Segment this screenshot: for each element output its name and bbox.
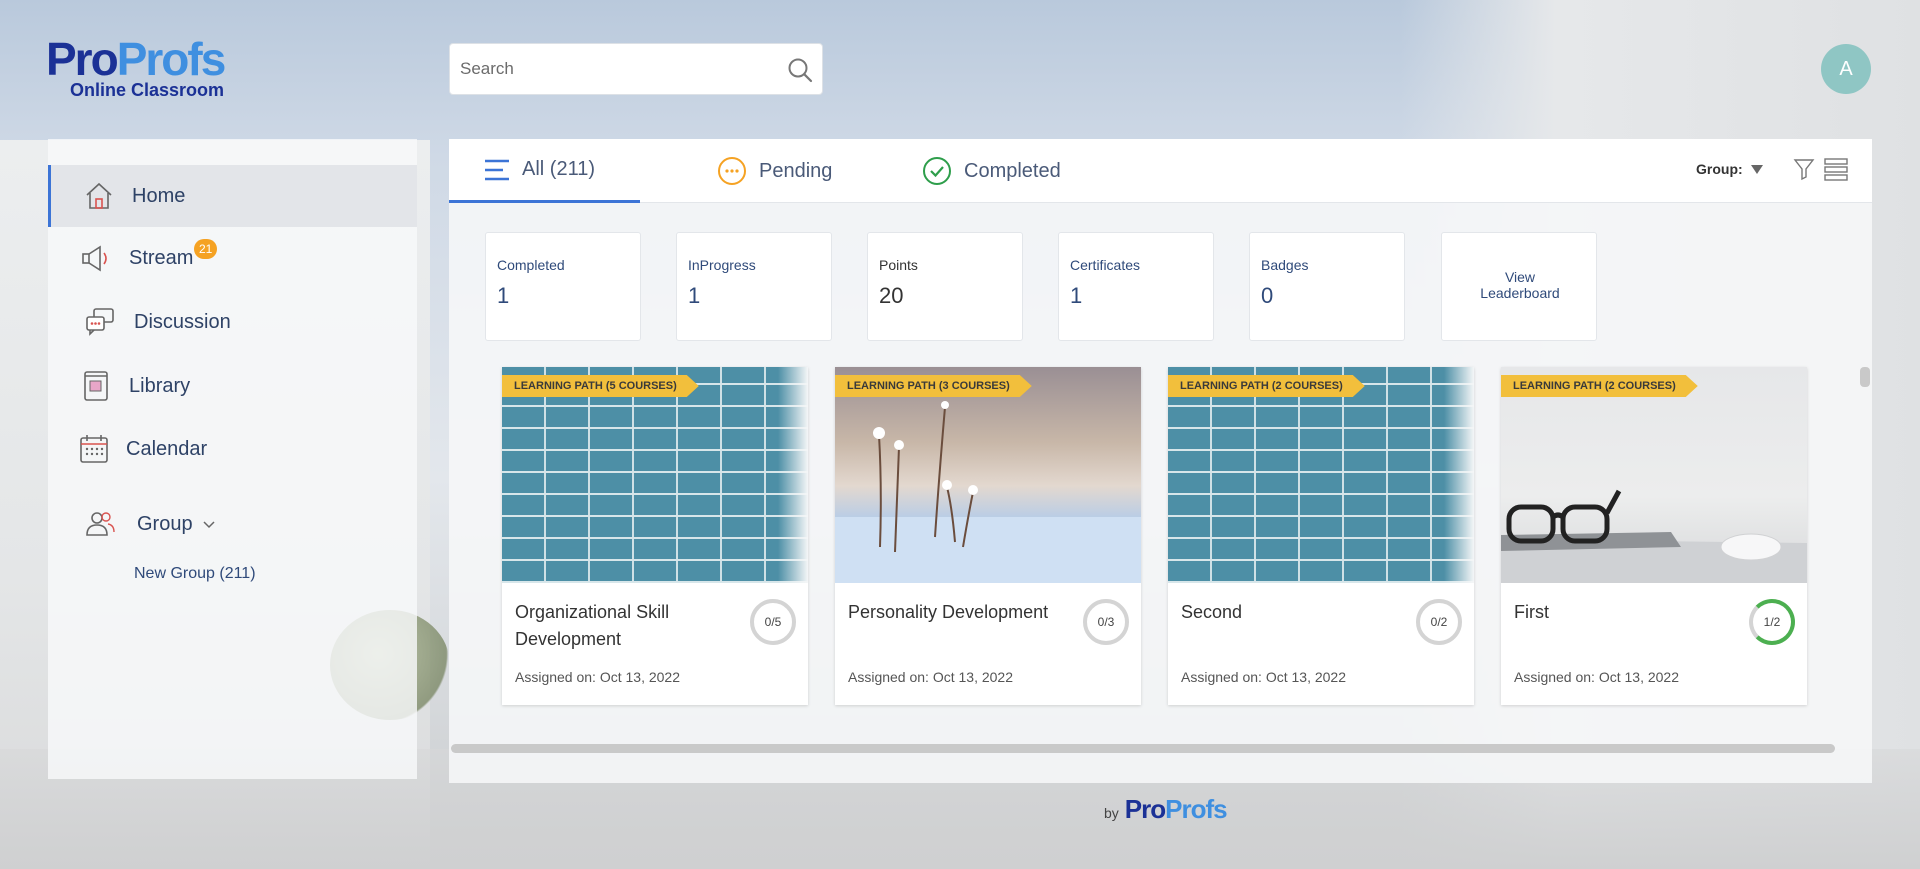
search-input[interactable] — [460, 44, 770, 94]
tab-bar: All (211) Pending Completed Group: — [449, 139, 1872, 203]
sidebar-item-calendar[interactable]: Calendar — [48, 418, 417, 480]
list-view-icon[interactable] — [1824, 157, 1848, 181]
sidebar-item-label: Home — [132, 184, 186, 207]
card-title: First — [1514, 602, 1549, 622]
tab-label: All (211) — [522, 158, 595, 180]
sidebar-item-label: Library — [129, 374, 191, 397]
sidebar-item-label: Calendar — [126, 437, 208, 460]
sidebar-item-label: Stream — [129, 246, 194, 269]
pending-icon — [718, 157, 746, 185]
search-icon[interactable] — [786, 56, 814, 84]
tab-label: Completed — [964, 159, 1061, 182]
sidebar: Home Stream 21 Discussion Library Calend… — [48, 139, 417, 779]
leaderboard-line-2: Leaderboard — [1480, 285, 1560, 301]
filter-icon[interactable] — [1793, 157, 1815, 181]
footer-logo[interactable]: ProProfs — [1124, 794, 1228, 825]
stat-inprogress: InProgress 1 — [676, 232, 832, 341]
logo-word-profs: Profs — [116, 33, 227, 85]
stat-badges: Badges 0 — [1249, 232, 1405, 341]
card-title: Personality Development — [848, 602, 1049, 622]
sidebar-item-library[interactable]: Library — [48, 355, 417, 417]
card-title: Organizational Skill Development — [515, 602, 670, 649]
footer-branding: by ProProfs — [1104, 794, 1228, 825]
stream-notification-badge: 21 — [194, 239, 218, 259]
horizontal-scrollbar[interactable] — [451, 744, 1835, 753]
sidebar-item-discussion[interactable]: Discussion — [48, 291, 417, 353]
main-panel: All (211) Pending Completed Group: Compl… — [449, 139, 1872, 783]
glasses-laptop-illustration — [1501, 489, 1807, 583]
stat-value: 1 — [497, 283, 510, 308]
footer-logo-profs: Profs — [1165, 794, 1227, 824]
card-assigned-date: Assigned on: Oct 13, 2022 — [848, 669, 1013, 685]
home-icon — [86, 182, 112, 209]
sidebar-item-label: Discussion — [134, 310, 231, 333]
menu-icon — [485, 159, 509, 180]
stat-value: 1 — [1070, 283, 1083, 308]
chevron-down-icon[interactable] — [202, 520, 216, 530]
stat-completed: Completed 1 — [485, 232, 641, 341]
tab-label: Pending — [759, 159, 833, 182]
search-box — [449, 43, 823, 95]
course-card[interactable]: LEARNING PATH (5 COURSES) Organizational… — [502, 367, 808, 705]
view-leaderboard-button[interactable]: View Leaderboard — [1441, 232, 1597, 341]
progress-ring: 1/2 — [1749, 599, 1795, 645]
leaderboard-line-1: View — [1504, 269, 1536, 285]
tab-pending[interactable]: Pending — [717, 139, 832, 203]
card-assigned-date: Assigned on: Oct 13, 2022 — [1514, 669, 1679, 685]
chat-icon — [86, 308, 114, 336]
megaphone-icon — [82, 245, 107, 272]
progress-ring: 0/5 — [750, 599, 796, 645]
stat-value: 1 — [688, 283, 701, 308]
card-image — [1168, 367, 1474, 583]
progress-ring: 0/2 — [1416, 599, 1462, 645]
stat-certificates: Certificates 1 — [1058, 232, 1214, 341]
check-circle-icon — [923, 157, 951, 185]
user-avatar[interactable]: A — [1821, 44, 1871, 94]
sidebar-subitem-new-group[interactable]: New Group (211) — [134, 565, 256, 583]
footer-by-text: by — [1104, 805, 1119, 821]
stat-points: Points 20 — [867, 232, 1023, 341]
course-card[interactable]: LEARNING PATH (2 COURSES) Second 0/2 Ass… — [1168, 367, 1474, 705]
tab-all[interactable]: All (211) — [449, 139, 640, 203]
learning-path-ribbon: LEARNING PATH (5 COURSES) — [502, 375, 699, 397]
stat-label: Points — [879, 257, 918, 273]
vertical-scrollbar[interactable] — [1860, 367, 1870, 387]
sidebar-item-group[interactable]: Group — [48, 493, 417, 555]
calendar-icon — [80, 435, 108, 463]
course-card[interactable]: LEARNING PATH (2 COURSES) First 1/2 Assi… — [1501, 367, 1807, 705]
learning-path-ribbon: LEARNING PATH (2 COURSES) — [1501, 375, 1698, 397]
proprofs-logo[interactable]: ProProfs Online Classroom — [46, 36, 256, 106]
group-dropdown[interactable]: Group: — [1696, 161, 1763, 177]
card-title: Second — [1181, 602, 1243, 622]
book-icon — [84, 371, 108, 401]
users-icon — [86, 512, 115, 536]
learning-path-ribbon: LEARNING PATH (2 COURSES) — [1168, 375, 1365, 397]
card-image — [502, 367, 808, 583]
stat-label: InProgress — [688, 257, 756, 273]
stat-value: 20 — [879, 283, 904, 308]
logo-word-pro: Pro — [46, 33, 119, 85]
footer-logo-pro: Pro — [1124, 794, 1166, 824]
course-card[interactable]: LEARNING PATH (3 COURSES) Personality De… — [835, 367, 1141, 705]
stat-value: 0 — [1261, 283, 1274, 308]
stat-label: Completed — [497, 257, 565, 273]
sidebar-item-stream[interactable]: Stream 21 — [48, 227, 417, 289]
tab-completed[interactable]: Completed — [922, 139, 1061, 203]
card-assigned-date: Assigned on: Oct 13, 2022 — [1181, 669, 1346, 685]
caret-down-icon — [1750, 164, 1763, 174]
logo-subtitle: Online Classroom — [70, 80, 225, 100]
card-assigned-date: Assigned on: Oct 13, 2022 — [515, 669, 680, 685]
sidebar-item-home[interactable]: Home — [48, 165, 417, 227]
view-leaderboard-label: View Leaderboard — [1442, 269, 1598, 301]
progress-ring: 0/3 — [1083, 599, 1129, 645]
stat-label: Badges — [1261, 257, 1309, 273]
card-image — [1501, 367, 1807, 583]
sidebar-item-label: Group — [137, 512, 193, 535]
group-dropdown-label: Group: — [1696, 161, 1743, 177]
learning-path-ribbon: LEARNING PATH (3 COURSES) — [835, 375, 1032, 397]
card-image — [835, 367, 1141, 583]
stat-label: Certificates — [1070, 257, 1141, 273]
snow-plants-illustration — [835, 401, 1141, 583]
